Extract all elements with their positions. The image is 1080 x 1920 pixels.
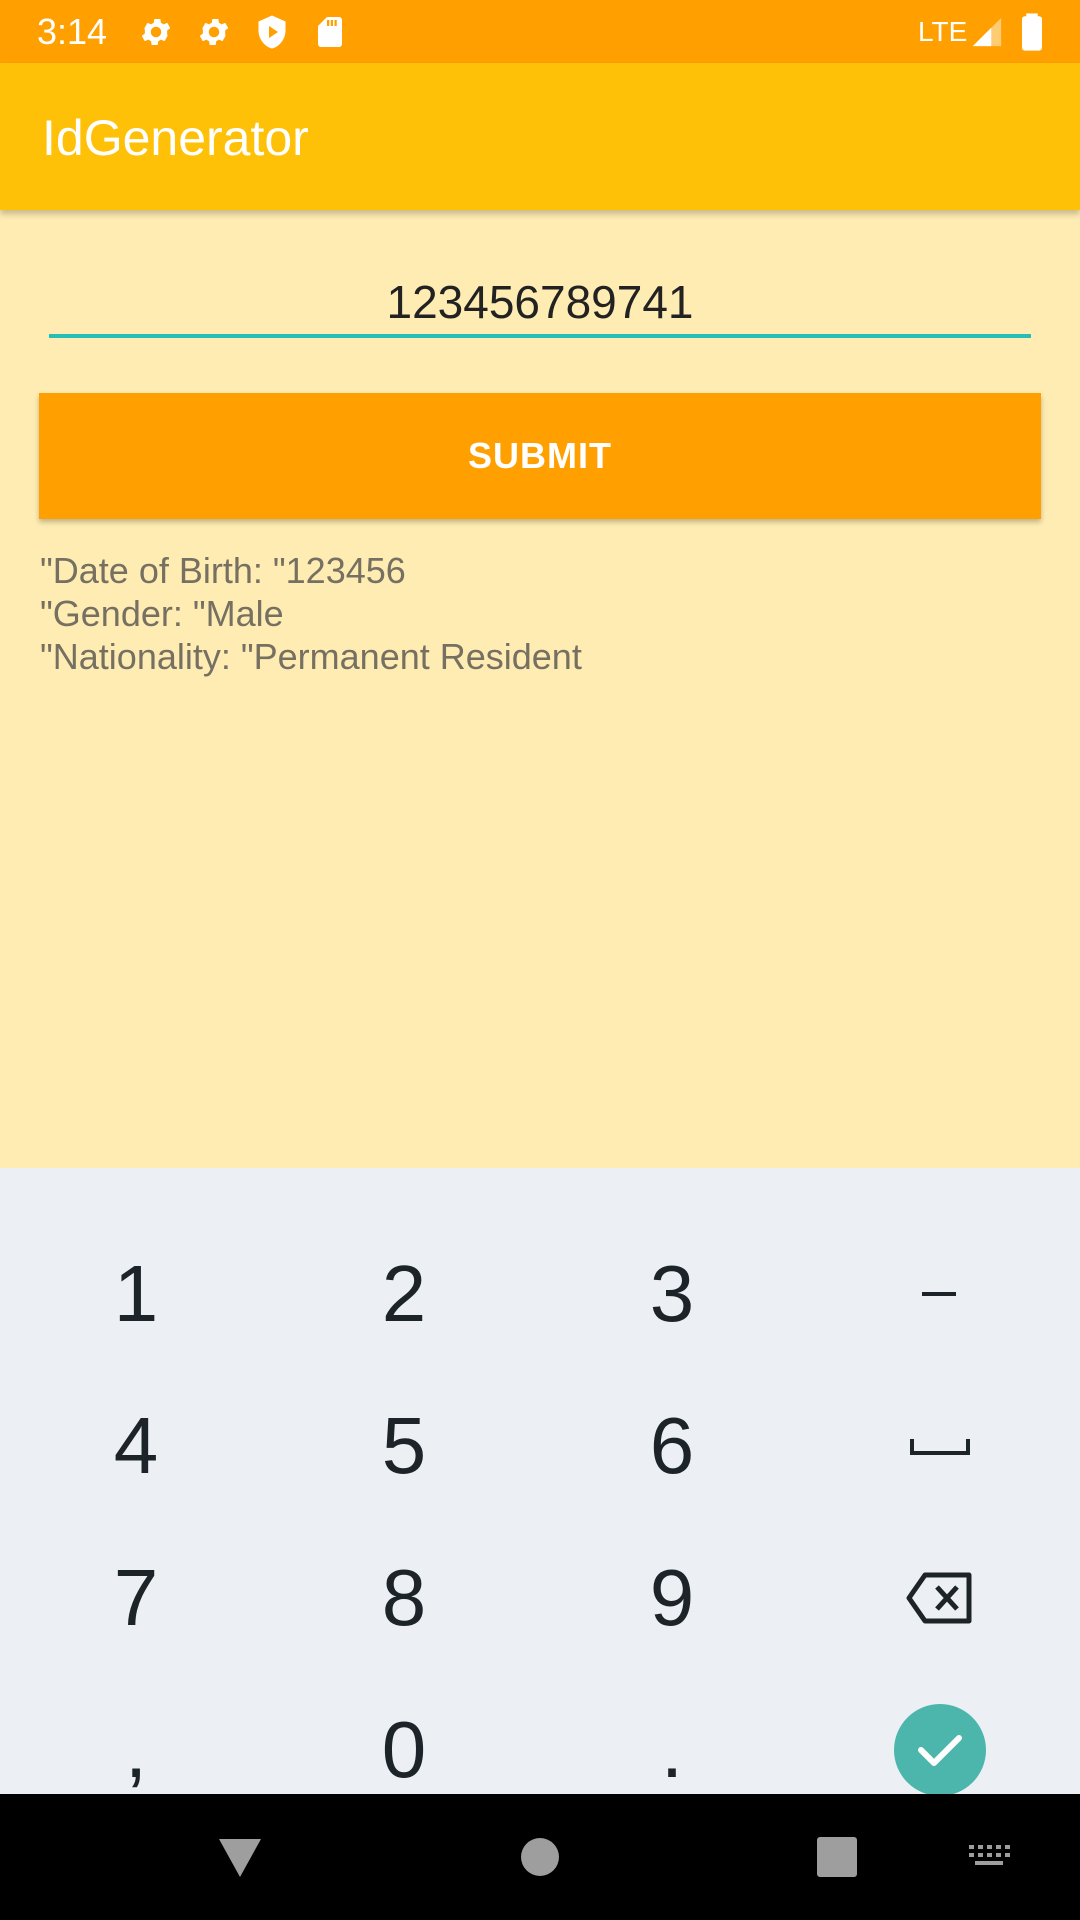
key-3[interactable]: 3 bbox=[538, 1218, 806, 1370]
keyboard-switch-button[interactable] bbox=[959, 1794, 1019, 1920]
navigation-bar bbox=[0, 1794, 1080, 1920]
submit-button[interactable]: SUBMIT bbox=[39, 393, 1041, 519]
space-key[interactable] bbox=[806, 1370, 1074, 1522]
battery-icon bbox=[1014, 12, 1050, 51]
minus-key[interactable] bbox=[806, 1218, 1074, 1370]
back-button[interactable] bbox=[200, 1794, 280, 1920]
key-8[interactable]: 8 bbox=[270, 1522, 538, 1674]
key-6[interactable]: 6 bbox=[538, 1370, 806, 1522]
date-of-birth-text: "Date of Birth: "123456 bbox=[40, 550, 406, 591]
keyboard-switch-icon bbox=[969, 1845, 1010, 1865]
numeric-keyboard: 1 2 3 4 5 6 7 8 9 , 0 . bbox=[0, 1168, 1080, 1796]
status-time: 3:14 bbox=[37, 11, 108, 52]
check-icon bbox=[894, 1704, 986, 1796]
id-number-input[interactable] bbox=[49, 270, 1031, 338]
space-icon bbox=[910, 1439, 970, 1455]
home-button[interactable] bbox=[500, 1794, 580, 1920]
gender-text: "Gender: "Male bbox=[40, 593, 284, 634]
key-4[interactable]: 4 bbox=[2, 1370, 270, 1522]
app-bar: IdGenerator bbox=[0, 63, 1080, 210]
status-bar: 3:14 LTE bbox=[0, 0, 1080, 63]
nationality-text: "Nationality: "Permanent Resident bbox=[40, 636, 582, 677]
recents-icon bbox=[817, 1837, 857, 1877]
home-icon bbox=[521, 1838, 559, 1876]
key-5[interactable]: 5 bbox=[270, 1370, 538, 1522]
backspace-key[interactable] bbox=[806, 1522, 1074, 1674]
app-title: IdGenerator bbox=[42, 110, 309, 166]
key-9[interactable]: 9 bbox=[538, 1522, 806, 1674]
minus-icon bbox=[922, 1292, 956, 1296]
gear-icon bbox=[196, 14, 232, 50]
shield-play-icon bbox=[254, 14, 290, 50]
network-type-label: LTE bbox=[918, 16, 968, 47]
key-2[interactable]: 2 bbox=[270, 1218, 538, 1370]
gear-icon bbox=[138, 14, 174, 50]
main-content: SUBMIT "Date of Birth: "123456 "Gender: … bbox=[0, 210, 1080, 1168]
sd-card-icon bbox=[312, 14, 348, 50]
key-7[interactable]: 7 bbox=[2, 1522, 270, 1674]
back-icon bbox=[219, 1839, 261, 1877]
backspace-icon bbox=[906, 1572, 972, 1624]
recents-button[interactable] bbox=[797, 1794, 877, 1920]
key-1[interactable]: 1 bbox=[2, 1218, 270, 1370]
signal-icon bbox=[970, 15, 1006, 51]
